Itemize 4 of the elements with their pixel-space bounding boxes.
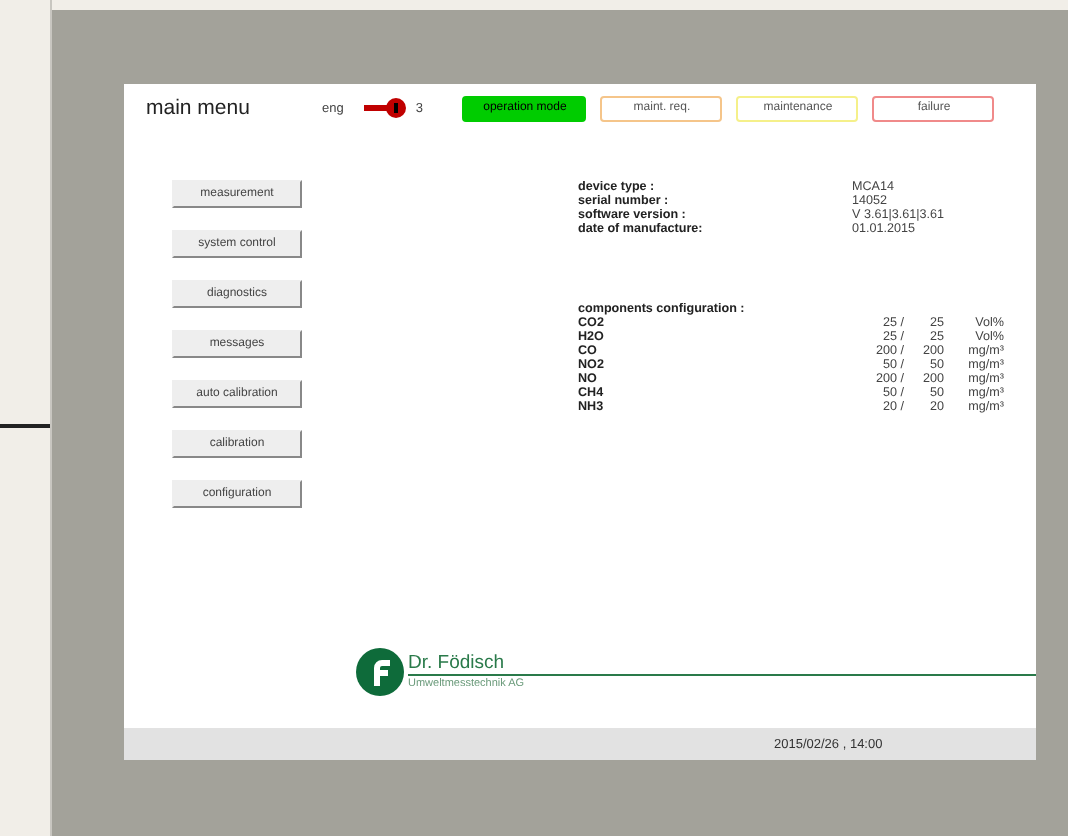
key-icon[interactable]: [363, 98, 408, 118]
screen-title: main menu: [146, 96, 252, 120]
company-name: Dr. Födisch: [408, 650, 507, 674]
logo-icon: [356, 648, 404, 696]
